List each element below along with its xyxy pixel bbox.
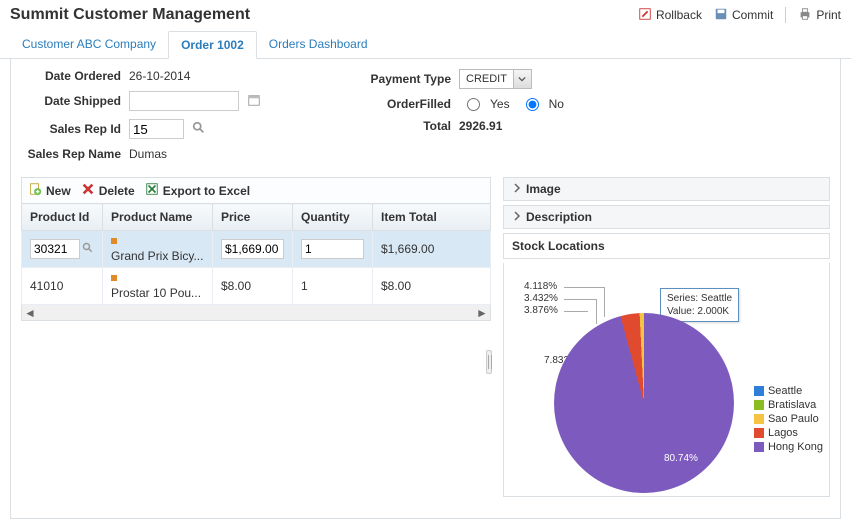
total-label: Total [361, 119, 451, 133]
legend-item[interactable]: Bratislava [754, 399, 823, 411]
sales-rep-name-value: Dumas [129, 147, 167, 161]
quantity-cell: 1 [293, 268, 373, 305]
chevron-down-icon[interactable] [513, 70, 531, 88]
search-icon[interactable] [82, 242, 94, 257]
splitter-handle[interactable] [486, 350, 492, 374]
pct-label-lagos: 3.432% [524, 293, 558, 304]
col-item-total[interactable]: Item Total [373, 204, 491, 231]
rollback-label: Rollback [656, 8, 702, 22]
quantity-input[interactable] [301, 239, 364, 259]
pct-label-hongkong: 4.118% [524, 281, 557, 292]
pie-chart[interactable] [554, 313, 734, 493]
product-id-cell: 41010 [22, 268, 103, 305]
sales-rep-name-label: Sales Rep Name [21, 147, 121, 161]
description-accordion-label: Description [526, 210, 592, 224]
export-button[interactable]: Export to Excel [145, 182, 250, 199]
description-accordion[interactable]: Description [503, 205, 830, 229]
order-filled-no-label: No [549, 97, 564, 111]
new-label: New [46, 184, 71, 198]
pct-label-seattle: 80.74% [664, 453, 698, 464]
commit-label: Commit [732, 8, 773, 22]
tab-customer[interactable]: Customer ABC Company [10, 31, 168, 59]
rollback-button[interactable]: Rollback [638, 7, 702, 24]
delete-button[interactable]: Delete [81, 182, 135, 199]
payment-type-label: Payment Type [361, 72, 451, 86]
date-shipped-label: Date Shipped [21, 94, 121, 108]
scroll-right-icon[interactable]: ► [474, 306, 490, 320]
export-label: Export to Excel [163, 184, 250, 198]
horizontal-scrollbar[interactable]: ◄ ► [21, 305, 491, 321]
product-id-input[interactable] [30, 239, 80, 259]
item-total-cell: $1,669.00 [373, 231, 491, 268]
calendar-icon[interactable] [247, 93, 261, 110]
tab-order[interactable]: Order 1002 [168, 31, 257, 59]
table-row[interactable]: 41010 Prostar 10 Pou... $8.00 1 $8.00 [22, 268, 491, 305]
delete-icon [81, 182, 95, 199]
legend-item[interactable]: Seattle [754, 385, 823, 397]
legend-item[interactable]: Sao Paulo [754, 413, 823, 425]
date-ordered-value: 26-10-2014 [129, 69, 190, 83]
commit-button[interactable]: Commit [714, 7, 773, 24]
product-name-cell: Prostar 10 Pou... [111, 286, 201, 300]
date-ordered-label: Date Ordered [21, 69, 121, 83]
stock-locations-chart[interactable]: 4.118% 3.432% 3.876% 7.832% Series: Seat… [503, 263, 830, 497]
image-accordion[interactable]: Image [503, 177, 830, 201]
tab-bar: Customer ABC Company Order 1002 Orders D… [0, 30, 851, 59]
price-input[interactable] [221, 239, 284, 259]
export-icon [145, 182, 159, 199]
legend-label: Seattle [768, 385, 802, 397]
legend-item[interactable]: Hong Kong [754, 441, 823, 453]
scroll-left-icon[interactable]: ◄ [22, 306, 38, 320]
order-filled-label: OrderFilled [361, 97, 451, 111]
legend-item[interactable]: Lagos [754, 427, 823, 439]
order-filled-yes-radio[interactable] [467, 98, 480, 111]
print-button[interactable]: Print [798, 7, 841, 24]
sales-rep-id-input[interactable] [129, 119, 184, 139]
col-product-id[interactable]: Product Id [22, 204, 103, 231]
image-accordion-label: Image [526, 182, 561, 196]
payment-type-value: CREDIT [460, 73, 513, 85]
order-filled-no-radio[interactable] [526, 98, 539, 111]
stock-locations-header: Stock Locations [503, 233, 830, 259]
payment-type-select[interactable]: CREDIT [459, 69, 532, 89]
col-quantity[interactable]: Quantity [293, 204, 373, 231]
legend-label: Hong Kong [768, 441, 823, 453]
pct-label-saopaulo: 3.876% [524, 305, 558, 316]
item-total-cell: $8.00 [373, 268, 491, 305]
product-name-cell: Grand Prix Bicy... [111, 249, 203, 263]
chevron-right-icon [512, 182, 522, 196]
new-icon [28, 182, 42, 199]
search-icon[interactable] [192, 121, 206, 138]
date-shipped-input[interactable] [129, 91, 239, 111]
commit-icon [714, 7, 728, 24]
order-filled-yes-label: Yes [490, 97, 510, 111]
tooltip-series: Series: Seattle [667, 292, 732, 305]
chart-legend: Seattle Bratislava Sao Paulo Lagos Hong … [754, 383, 823, 455]
price-cell: $8.00 [213, 268, 293, 305]
print-label: Print [816, 8, 841, 22]
tab-dashboard[interactable]: Orders Dashboard [257, 31, 380, 59]
page-title: Summit Customer Management [10, 6, 250, 24]
chevron-right-icon [512, 210, 522, 224]
legend-label: Bratislava [768, 399, 816, 411]
legend-label: Lagos [768, 427, 798, 439]
new-button[interactable]: New [28, 182, 71, 199]
order-items-table: Product Id Product Name Price Quantity I… [21, 203, 491, 305]
col-price[interactable]: Price [213, 204, 293, 231]
divider [785, 7, 786, 23]
col-product-name[interactable]: Product Name [103, 204, 213, 231]
rollback-icon [638, 7, 652, 24]
print-icon [798, 7, 812, 24]
sales-rep-id-label: Sales Rep Id [21, 122, 121, 136]
status-icon [111, 275, 117, 281]
status-icon [111, 238, 117, 244]
legend-label: Sao Paulo [768, 413, 819, 425]
table-row[interactable]: Grand Prix Bicy... $1,669.00 [22, 231, 491, 268]
delete-label: Delete [99, 184, 135, 198]
total-value: 2926.91 [459, 119, 502, 133]
